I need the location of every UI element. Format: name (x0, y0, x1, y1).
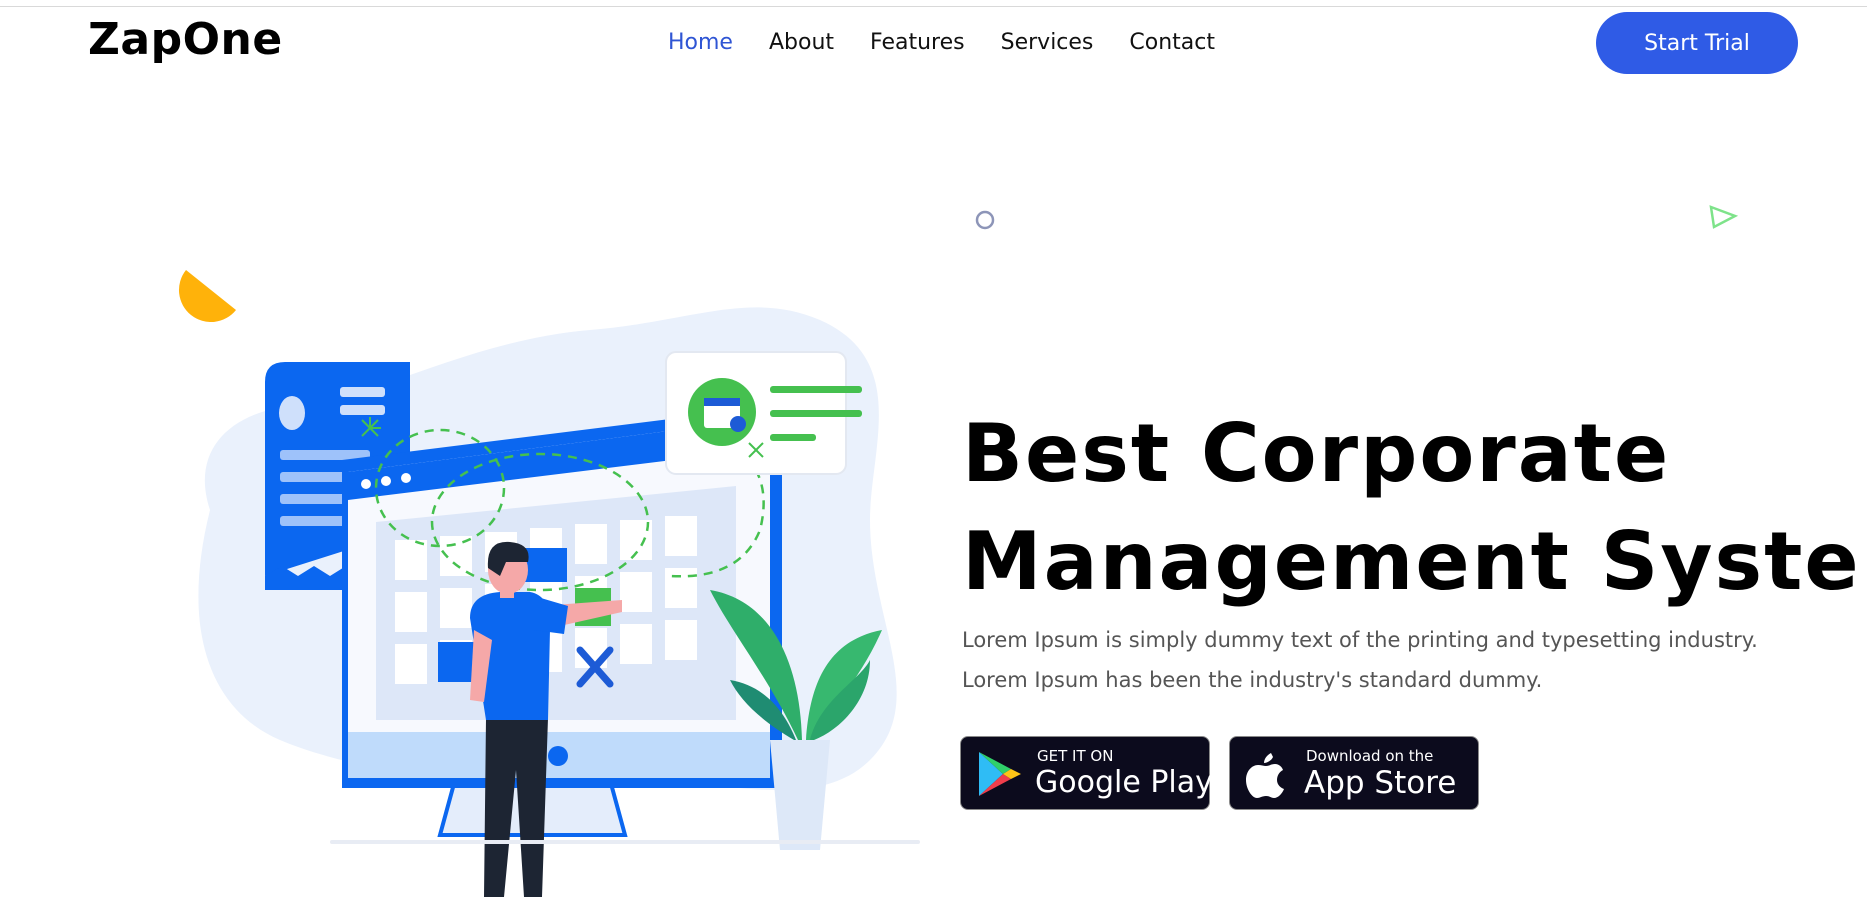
brand-logo[interactable]: ZapOne (88, 14, 283, 65)
nav-item-contact[interactable]: Contact (1129, 30, 1215, 55)
google-play-big-text: Google Play (1035, 765, 1213, 800)
nav-item-services[interactable]: Services (1001, 30, 1094, 55)
calendar-card (665, 351, 862, 475)
hero-illustration (198, 307, 920, 897)
main-nav: Home About Features Services Contact (668, 30, 1215, 55)
circle-decoration-icon (975, 210, 995, 230)
hero-title-line-1: Best Corporate (962, 407, 1671, 500)
nav-item-home[interactable]: Home (668, 30, 733, 55)
hero-title: Best Corporate Management System (962, 400, 1867, 616)
nav-item-features[interactable]: Features (870, 30, 965, 55)
apple-icon (1246, 753, 1284, 798)
triangle-decoration-icon (1709, 205, 1738, 229)
app-store-button[interactable]: Download on the App Store (1229, 736, 1479, 810)
google-play-button[interactable]: GET IT ON Google Play (960, 736, 1213, 810)
top-border (0, 0, 1867, 7)
start-trial-button[interactable]: Start Trial (1596, 12, 1798, 74)
nav-item-about[interactable]: About (769, 30, 834, 55)
app-store-big-text: App Store (1304, 765, 1457, 801)
google-play-small-text: GET IT ON (1037, 747, 1114, 765)
app-store-small-text: Download on the (1306, 747, 1434, 765)
hero-title-line-2: Management System (962, 515, 1867, 608)
google-play-icon (979, 752, 1021, 796)
hero-description: Lorem Ipsum is simply dummy text of the … (962, 628, 1758, 692)
